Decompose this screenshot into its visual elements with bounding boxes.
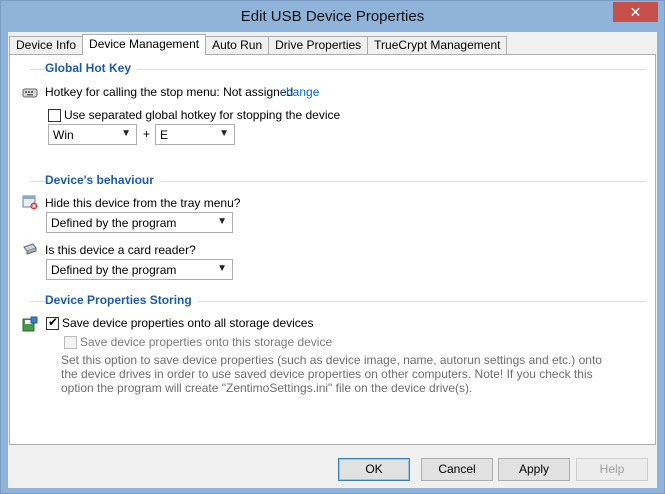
save-all-storage-checkbox[interactable] xyxy=(46,315,59,330)
chevron-down-icon: ▼ xyxy=(217,263,227,274)
apply-button[interactable]: Apply xyxy=(498,458,570,481)
dialog-footer: OK Cancel Apply Help xyxy=(8,450,657,488)
dialog-client-area: Device Info Device Management Auto Run D… xyxy=(8,32,657,488)
card-reader-select[interactable]: Defined by the program ▼ xyxy=(46,259,233,280)
chevron-down-icon: ▼ xyxy=(121,128,131,139)
separated-hotkey-label: Use separated global hotkey for stopping… xyxy=(64,108,341,122)
cancel-button[interactable]: Cancel xyxy=(421,458,493,481)
hide-from-tray-select[interactable]: Defined by the program ▼ xyxy=(46,212,233,233)
save-this-storage-checkbox[interactable] xyxy=(64,336,77,349)
change-hotkey-link[interactable]: change xyxy=(280,85,319,99)
chevron-down-icon: ▼ xyxy=(217,216,227,227)
card-reader-label: Is this device a card reader? xyxy=(45,243,196,257)
hide-from-tray-value: Defined by the program xyxy=(51,216,177,230)
hide-from-tray-label: Hide this device from the tray menu? xyxy=(45,196,241,210)
save-this-storage-label: Save device properties onto this storage… xyxy=(80,335,333,349)
storing-description: Set this option to save device propertie… xyxy=(61,353,602,395)
hotkey-key-select[interactable]: E ▼ xyxy=(155,124,235,145)
stop-menu-hotkey-label: Hotkey for calling the stop menu: Not as… xyxy=(45,85,294,99)
section-title-properties-storing: Device Properties Storing xyxy=(45,293,198,307)
hotkey-modifier-select[interactable]: Win ▼ xyxy=(48,124,137,145)
card-reader-icon xyxy=(23,243,37,255)
window-hide-icon xyxy=(22,195,38,210)
dialog-window: Edit USB Device Properties ✕ Device Info… xyxy=(0,0,665,494)
keyboard-icon xyxy=(22,88,38,98)
tab-device-info[interactable]: Device Info xyxy=(9,36,84,55)
help-button[interactable]: Help xyxy=(576,458,648,481)
section-title-device-behaviour: Device's behaviour xyxy=(45,173,160,187)
close-button[interactable]: ✕ xyxy=(613,2,658,22)
save-device-icon xyxy=(22,316,38,332)
hotkey-key-value: E xyxy=(160,128,169,142)
tab-auto-run[interactable]: Auto Run xyxy=(205,36,270,55)
tab-truecrypt-management[interactable]: TrueCrypt Management xyxy=(367,36,508,55)
separated-hotkey-checkbox[interactable] xyxy=(48,109,61,122)
tab-drive-properties[interactable]: Drive Properties xyxy=(268,36,369,55)
section-title-global-hotkey: Global Hot Key xyxy=(45,61,138,75)
window-title: Edit USB Device Properties xyxy=(240,8,425,25)
card-reader-value: Defined by the program xyxy=(51,263,177,277)
title-bar[interactable]: Edit USB Device Properties ✕ xyxy=(1,1,664,32)
chevron-down-icon: ▼ xyxy=(219,128,229,139)
hotkey-modifier-value: Win xyxy=(53,128,74,142)
ok-button[interactable]: OK xyxy=(338,458,410,481)
device-management-panel: Global Hot Key Hotkey for calling the st… xyxy=(9,54,656,445)
plus-sign: + xyxy=(143,127,151,141)
tab-device-management[interactable]: Device Management xyxy=(82,34,207,55)
close-icon: ✕ xyxy=(629,4,642,20)
tab-strip: Device Info Device Management Auto Run D… xyxy=(9,34,508,55)
save-all-storage-label: Save device properties onto all storage … xyxy=(62,316,314,330)
